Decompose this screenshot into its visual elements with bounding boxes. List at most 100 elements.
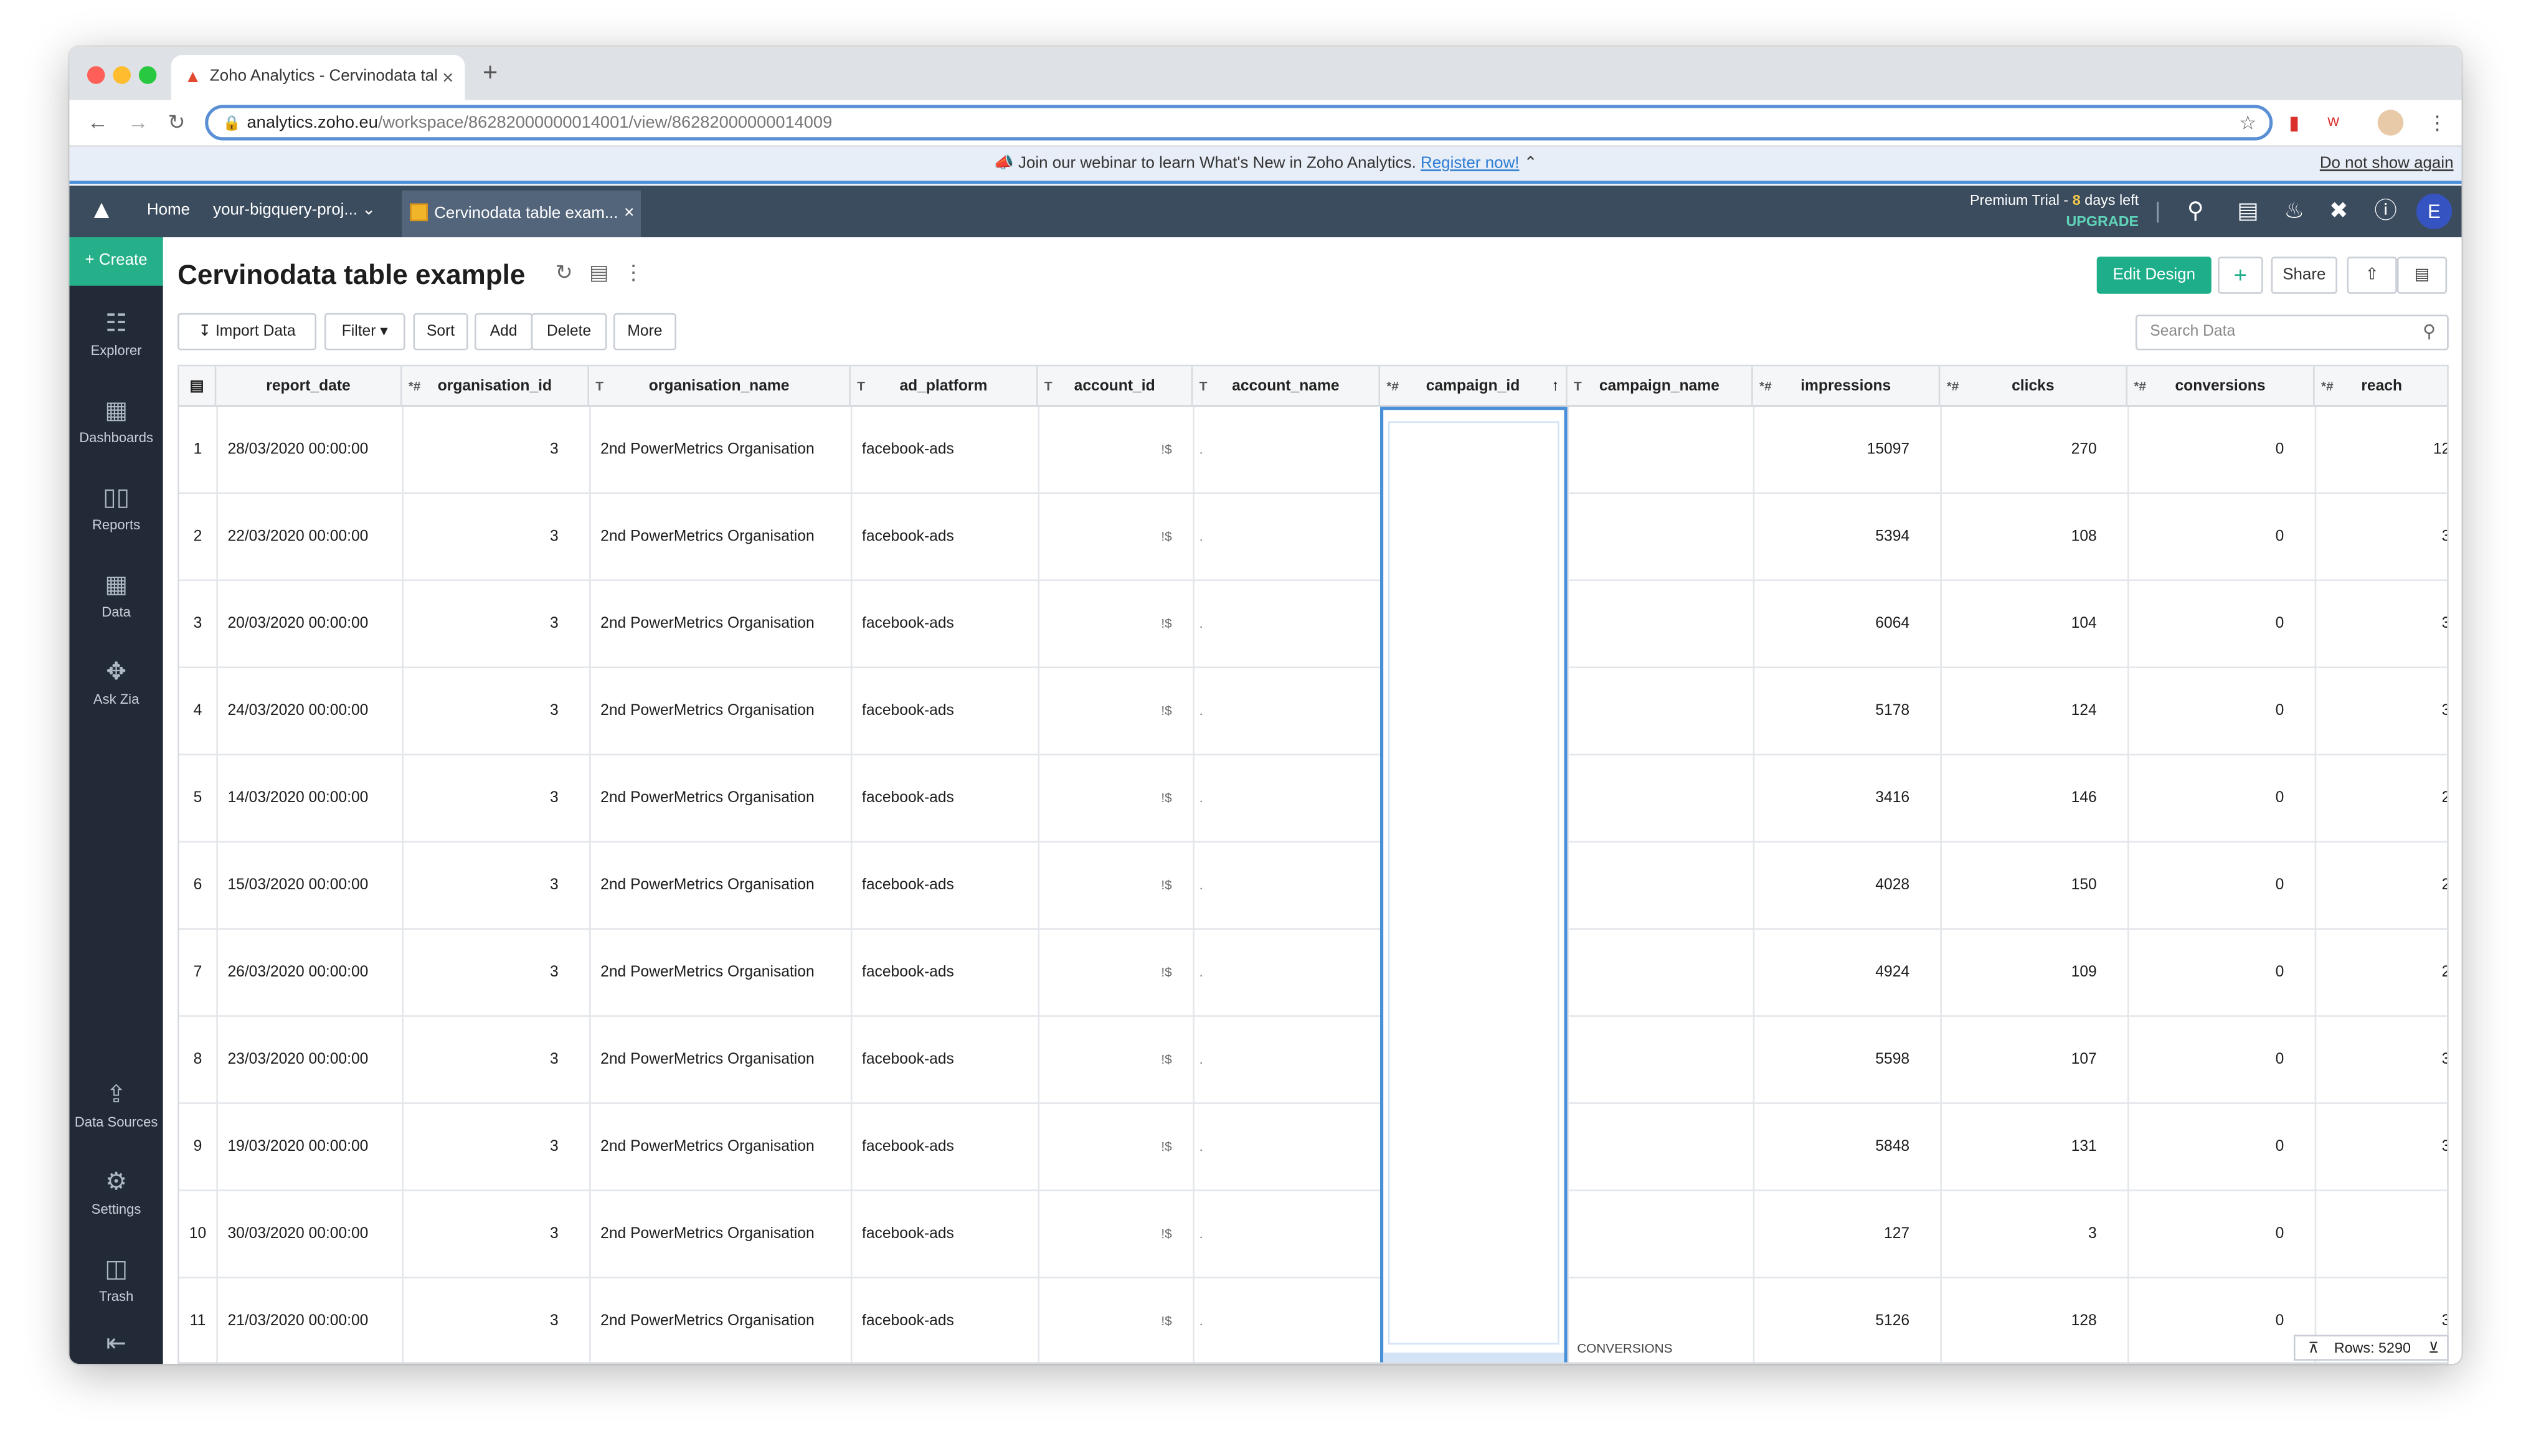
url-field[interactable]: 🔒 analytics.zoho.eu/workspace/8628200000… — [205, 105, 2273, 141]
filter-dropdown-icon[interactable]: ▾ — [380, 323, 387, 341]
table-row[interactable]: 7 26/03/2020 00:00:00 3 2nd PowerMetrics Or… — [179, 930, 2448, 1017]
close-view-tab-icon[interactable]: × — [624, 191, 635, 237]
table-row[interactable]: 9 19/03/2020 00:00:00 3 2nd PowerMetrics Or… — [179, 1104, 2448, 1191]
table-cell-date[interactable]: 22/03/2020 00:00:00 — [227, 494, 402, 581]
home-link[interactable]: Home — [147, 186, 190, 237]
table-cell-impr[interactable]: 5178 — [1753, 668, 1924, 755]
table-cell-n[interactable]: 8 — [179, 1017, 217, 1104]
column-header-report-date[interactable]: report_date — [216, 366, 402, 407]
column-header-clicks[interactable]: *# clicks — [1940, 366, 2127, 407]
table-cell-name-frag[interactable]: . — [1199, 1104, 1232, 1191]
table-cell-org-id[interactable]: 3 — [402, 1191, 573, 1279]
column-header-reach[interactable]: *# reach — [2315, 366, 2448, 407]
browser-menu-icon[interactable]: ⋮ — [2428, 111, 2447, 134]
expand-bottom-icon[interactable]: ⊻ — [2428, 1336, 2439, 1359]
more-button[interactable]: More — [613, 313, 676, 351]
table-cell-acct-frag[interactable]: !$ — [1038, 1017, 1186, 1104]
share-button[interactable]: Share — [2271, 257, 2337, 294]
browser-tab[interactable]: ▲ Zoho Analytics - Cervinodata tal × — [171, 55, 465, 100]
close-window-icon[interactable] — [87, 66, 105, 84]
table-cell-clicks[interactable]: 124 — [1940, 668, 2111, 755]
table-cell-platform[interactable]: facebook-ads — [862, 755, 1038, 843]
table-cell-clicks[interactable]: 270 — [1940, 407, 2111, 494]
table-cell-date[interactable]: 14/03/2020 00:00:00 — [227, 755, 402, 843]
table-cell-name-frag[interactable]: . — [1199, 1191, 1232, 1279]
edit-design-button[interactable]: Edit Design — [2096, 257, 2212, 294]
selected-column-campaign-id[interactable] — [1379, 407, 1568, 1363]
table-cell-org[interactable]: 2nd PowerMetrics Organisation — [600, 843, 851, 930]
table-cell-platform[interactable]: facebook-ads — [862, 843, 1038, 930]
table-cell-clicks[interactable]: 3 — [1940, 1191, 2111, 1279]
table-cell-platform[interactable]: facebook-ads — [862, 581, 1038, 668]
table-cell-impr[interactable]: 127 — [1753, 1191, 1924, 1279]
table-cell-conv[interactable]: 0 — [2127, 1104, 2299, 1191]
table-cell-acct-frag[interactable]: !$ — [1038, 581, 1186, 668]
tools-icon[interactable]: ✖ — [2329, 197, 2348, 222]
sort-button[interactable]: Sort — [413, 313, 468, 351]
upgrade-link[interactable]: UPGRADE — [1970, 212, 2139, 233]
table-row[interactable]: 8 23/03/2020 00:00:00 3 2nd PowerMetrics Or… — [179, 1017, 2448, 1104]
table-cell-impr[interactable]: 6064 — [1753, 581, 1924, 668]
table-cell-date[interactable]: 23/03/2020 00:00:00 — [227, 1017, 402, 1104]
table-cell-name-frag[interactable]: . — [1199, 1017, 1232, 1104]
table-cell-clicks[interactable]: 146 — [1940, 755, 2111, 843]
column-header-conversions[interactable]: *# conversions — [2127, 366, 2315, 407]
table-cell-name-frag[interactable]: . — [1199, 1279, 1232, 1363]
table-cell-conv[interactable]: 0 — [2127, 1017, 2299, 1104]
table-cell-conv[interactable]: 0 — [2127, 668, 2299, 755]
table-cell-acct-frag[interactable]: !$ — [1038, 930, 1186, 1017]
table-cell-clicks[interactable]: 108 — [1940, 494, 2111, 581]
table-cell-org-id[interactable]: 3 — [402, 668, 573, 755]
sidebar-item-explorer[interactable]: ☷ Explorer — [69, 310, 163, 359]
table-cell-conv[interactable]: 0 — [2127, 1279, 2299, 1363]
table-cell-conv[interactable]: 0 — [2127, 581, 2299, 668]
table-cell-platform[interactable]: facebook-ads — [862, 1017, 1038, 1104]
comment-icon[interactable]: ▤ — [2396, 257, 2448, 294]
table-cell-impr[interactable]: 5394 — [1753, 494, 1924, 581]
collapse-top-icon[interactable]: ⊼ — [2308, 1336, 2319, 1359]
table-cell-acct-frag[interactable]: !$ — [1038, 1104, 1186, 1191]
table-cell-n[interactable]: 1 — [179, 407, 217, 494]
table-cell-n[interactable]: 2 — [179, 494, 217, 581]
table-cell-date[interactable]: 19/03/2020 00:00:00 — [227, 1104, 402, 1191]
table-cell-org-id[interactable]: 3 — [402, 1104, 573, 1191]
table-cell-date[interactable]: 24/03/2020 00:00:00 — [227, 668, 402, 755]
table-cell-conv[interactable]: 0 — [2127, 494, 2299, 581]
sidebar-item-data[interactable]: ▦ Data — [69, 571, 163, 620]
filter-button[interactable]: Filter ▾ — [324, 313, 405, 351]
select-all-icon[interactable]: ▤ — [179, 366, 217, 407]
table-cell-reach[interactable]: 3 — [2315, 581, 2448, 668]
column-header-organisation-name[interactable]: Torganisation_name — [589, 366, 851, 407]
table-cell-date[interactable]: 26/03/2020 00:00:00 — [227, 930, 402, 1017]
table-cell-org-id[interactable]: 3 — [402, 930, 573, 1017]
table-cell-n[interactable]: 11 — [179, 1279, 217, 1363]
table-cell-n[interactable]: 5 — [179, 755, 217, 843]
new-tab-icon[interactable]: + — [483, 55, 498, 93]
table-cell-name-frag[interactable]: . — [1199, 930, 1232, 1017]
table-row[interactable]: 4 24/03/2020 00:00:00 3 2nd PowerMetrics Or… — [179, 668, 2448, 755]
table-cell-reach[interactable]: 3 — [2315, 494, 2448, 581]
table-row[interactable]: 1 28/03/2020 00:00:00 3 2nd PowerMetrics Or… — [179, 407, 2448, 494]
table-cell-platform[interactable]: facebook-ads — [862, 1104, 1038, 1191]
column-editor[interactable] — [1388, 421, 1559, 1345]
table-cell-impr[interactable]: 5126 — [1753, 1279, 1924, 1363]
table-cell-date[interactable]: 21/03/2020 00:00:00 — [227, 1279, 402, 1363]
column-header-campaign-name[interactable]: Tcampaign_name — [1568, 366, 1753, 407]
view-tab[interactable]: Cervinodata table exam... × — [402, 190, 641, 237]
table-cell-n[interactable]: 4 — [179, 668, 217, 755]
table-cell-org-id[interactable]: 3 — [402, 581, 573, 668]
sidebar-item-reports[interactable]: ▯▯ Reports — [69, 485, 163, 533]
table-cell-impr[interactable]: 4924 — [1753, 930, 1924, 1017]
sidebar-item-settings[interactable]: ⚙ Settings — [69, 1168, 163, 1217]
table-cell-org[interactable]: 2nd PowerMetrics Organisation — [600, 1279, 851, 1363]
add-row-button[interactable]: Add — [474, 313, 533, 351]
search-icon[interactable]: ⚲ — [2187, 197, 2204, 222]
maximize-window-icon[interactable] — [138, 66, 157, 84]
table-cell-impr[interactable]: 5848 — [1753, 1104, 1924, 1191]
back-icon[interactable]: ← — [87, 110, 108, 135]
table-cell-clicks[interactable]: 107 — [1940, 1017, 2111, 1104]
sidebar-item-data-sources[interactable]: ⇪ Data Sources — [69, 1082, 163, 1130]
table-cell-name-frag[interactable]: . — [1199, 668, 1232, 755]
table-cell-clicks[interactable]: 131 — [1940, 1104, 2111, 1191]
forward-icon[interactable]: → — [128, 110, 149, 135]
